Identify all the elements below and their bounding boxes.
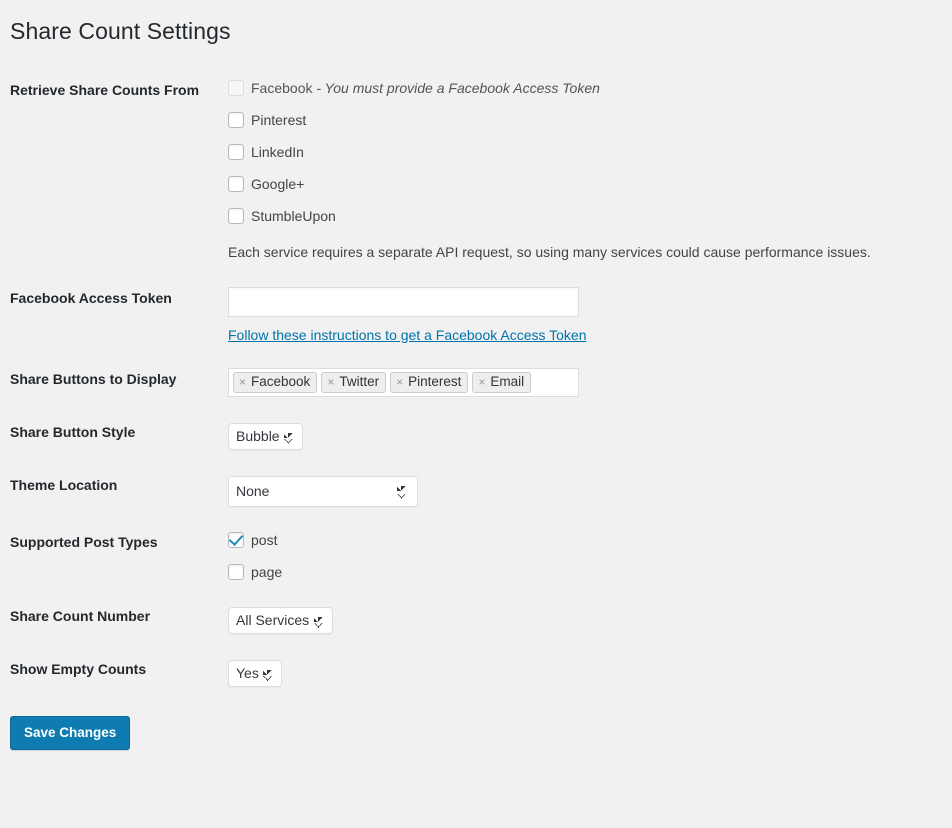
googleplus-label: Google+	[251, 176, 305, 192]
checkbox-row-post[interactable]: post	[228, 531, 942, 549]
token-label: Email	[490, 373, 525, 389]
facebook-token-instructions-link[interactable]: Follow these instructions to get a Faceb…	[228, 326, 587, 344]
save-changes-button[interactable]: Save Changes	[10, 715, 131, 751]
linkedin-checkbox[interactable]	[228, 144, 244, 160]
retrieve-description: Each service requires a separate API req…	[228, 244, 871, 260]
post-checkbox[interactable]	[228, 531, 244, 548]
facebook-checkbox[interactable]	[228, 80, 244, 96]
label-facebook-access-token: Facebook Access Token	[10, 289, 172, 306]
post-label: post	[251, 531, 278, 548]
label-share-buttons-to-display: Share Buttons to Display	[10, 370, 177, 387]
label-retrieve-share-counts: Retrieve Share Counts From	[10, 82, 200, 98]
field-supported-post-types: post page	[228, 519, 952, 593]
checkbox-row-page[interactable]: page	[228, 563, 942, 581]
label-theme-location: Theme Location	[10, 476, 118, 493]
settings-form-table: Retrieve Share Counts From Facebook - Yo…	[10, 67, 952, 699]
row-share-button-style: Share Button Style Bubble	[10, 409, 952, 462]
label-share-count-number: Share Count Number	[10, 607, 151, 624]
token-twitter[interactable]: × Twitter	[321, 371, 387, 393]
remove-icon[interactable]: ×	[327, 376, 334, 388]
token-label: Twitter	[339, 373, 380, 389]
token-email[interactable]: × Email	[472, 371, 532, 393]
submit-area: Save Changes	[10, 699, 942, 751]
linkedin-label: LinkedIn	[251, 144, 304, 160]
checkbox-row-stumbleupon[interactable]: StumbleUpon	[228, 207, 942, 225]
token-label: Facebook	[251, 373, 311, 389]
remove-icon[interactable]: ×	[396, 376, 403, 388]
row-supported-post-types: Supported Post Types post page	[10, 519, 952, 593]
field-share-buttons-to-display: × Facebook × Twitter × Pinterest × Email	[228, 356, 952, 409]
page-checkbox[interactable]	[228, 563, 244, 580]
settings-page: Share Count Settings Retrieve Share Coun…	[0, 0, 952, 751]
share-button-style-select[interactable]: Bubble	[228, 422, 303, 450]
field-share-button-style: Bubble	[228, 409, 952, 462]
checkbox-row-googleplus[interactable]: Google+	[228, 175, 942, 193]
token-facebook[interactable]: × Facebook	[233, 371, 318, 393]
row-show-empty-counts: Show Empty Counts Yes	[10, 646, 952, 699]
facebook-note-text: - You must provide a Facebook Access Tok…	[316, 80, 600, 96]
row-retrieve-share-counts: Retrieve Share Counts From Facebook - Yo…	[10, 67, 952, 275]
stumbleupon-checkbox[interactable]	[228, 208, 244, 224]
field-share-count-number: All Services	[228, 593, 952, 646]
checkbox-row-facebook[interactable]: Facebook - You must provide a Facebook A…	[228, 79, 942, 97]
field-retrieve-share-counts: Facebook - You must provide a Facebook A…	[228, 67, 952, 275]
label-share-button-style: Share Button Style	[10, 423, 136, 440]
facebook-access-token-input[interactable]	[228, 286, 579, 317]
theme-location-select[interactable]: None	[228, 475, 418, 507]
share-buttons-token-field[interactable]: × Facebook × Twitter × Pinterest × Email	[228, 367, 579, 397]
checkbox-row-pinterest[interactable]: Pinterest	[228, 111, 942, 129]
remove-icon[interactable]: ×	[478, 376, 485, 388]
token-pinterest[interactable]: × Pinterest	[390, 371, 469, 393]
show-empty-counts-select[interactable]: Yes	[228, 659, 282, 687]
facebook-label: Facebook	[251, 80, 313, 96]
field-theme-location: None	[228, 462, 952, 519]
row-share-count-number: Share Count Number All Services	[10, 593, 952, 646]
pinterest-checkbox[interactable]	[228, 112, 244, 128]
label-supported-post-types: Supported Post Types	[10, 533, 158, 550]
page-title: Share Count Settings	[10, 18, 231, 44]
stumbleupon-label: StumbleUpon	[251, 208, 336, 224]
googleplus-checkbox[interactable]	[228, 176, 244, 192]
row-facebook-access-token: Facebook Access Token Follow these instr…	[10, 275, 952, 356]
token-label: Pinterest	[408, 373, 462, 389]
label-show-empty-counts: Show Empty Counts	[10, 660, 147, 677]
checkbox-row-linkedin[interactable]: LinkedIn	[228, 143, 942, 161]
row-theme-location: Theme Location None	[10, 462, 952, 519]
page-label: page	[251, 563, 283, 580]
share-count-number-select[interactable]: All Services	[228, 606, 333, 634]
pinterest-label: Pinterest	[251, 112, 307, 128]
row-share-buttons-to-display: Share Buttons to Display × Facebook × Twit…	[10, 356, 952, 409]
remove-icon[interactable]: ×	[239, 376, 246, 388]
field-facebook-access-token: Follow these instructions to get a Faceb…	[228, 275, 952, 356]
field-show-empty-counts: Yes	[228, 646, 952, 699]
